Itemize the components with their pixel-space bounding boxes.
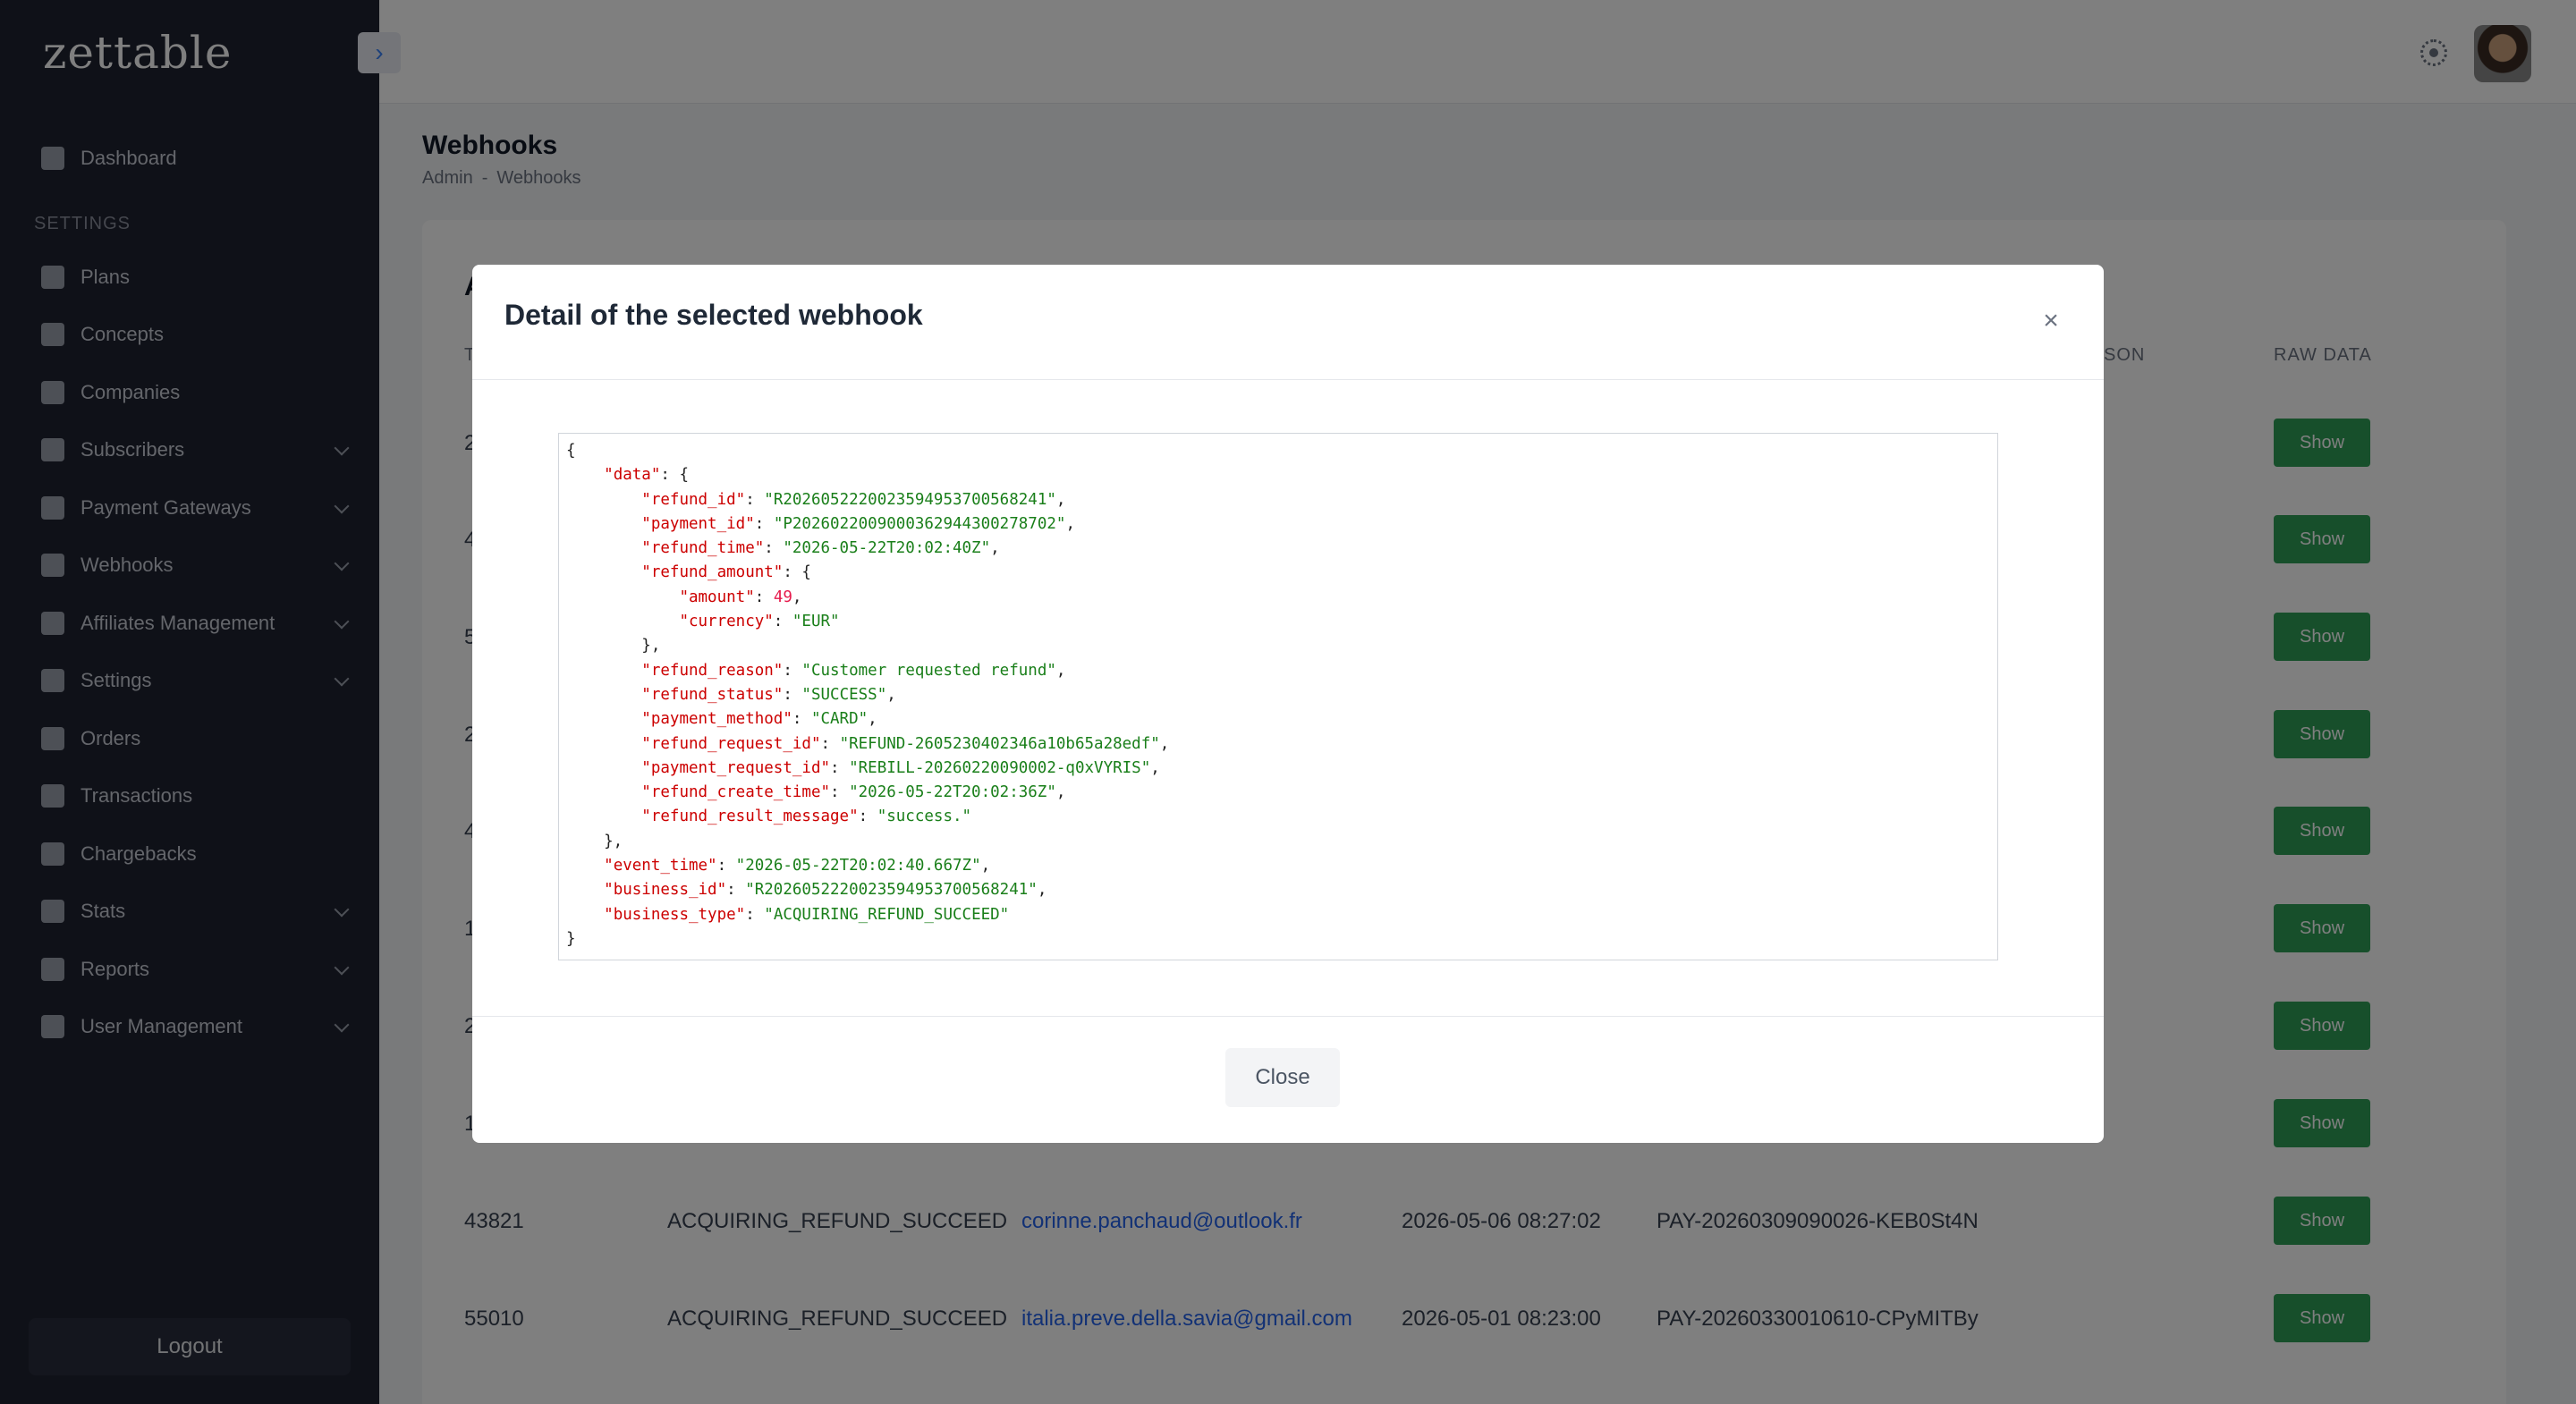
divider [472,379,2104,380]
divider [472,1016,2104,1017]
modal-title: Detail of the selected webhook [504,299,923,331]
close-button[interactable]: Close [1225,1048,1340,1107]
close-icon[interactable]: × [2038,308,2064,334]
raw-json-viewer: { "data": { "refund_id": "R2026052220023… [558,433,1998,960]
webhook-detail-modal: Detail of the selected webhook × { "data… [472,265,2104,1143]
